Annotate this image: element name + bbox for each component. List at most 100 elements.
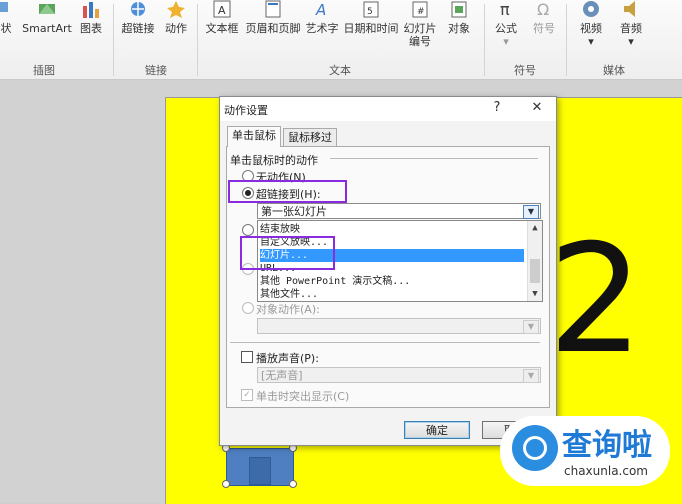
hyperlink-button[interactable]: 超链接 (120, 0, 156, 35)
slide-text-number[interactable]: 2 (548, 225, 643, 375)
textbox-button[interactable]: A 文本框 (204, 0, 240, 35)
list-item[interactable]: 其他 PowerPoint 演示文稿... (260, 275, 524, 288)
wordart-label: 艺术字 (305, 22, 339, 35)
date-time-icon: 5 (360, 0, 382, 18)
wordart-button[interactable]: A 艺术字 (304, 0, 340, 35)
group-separator (197, 4, 198, 76)
group-label-illustrations: 插图 (33, 64, 55, 77)
highlight-click-checkbox[interactable]: ✓ (241, 389, 253, 401)
tab-mouse-click[interactable]: 单击鼠标 (227, 126, 281, 147)
video-dropdown-icon: ▾ (588, 35, 594, 48)
audio-dropdown-icon: ▾ (628, 35, 634, 48)
video-button[interactable]: 视频 ▾ (574, 0, 608, 48)
action-button[interactable]: 动作 (162, 0, 190, 35)
group-separator (113, 4, 114, 76)
help-button[interactable]: ? (488, 100, 506, 115)
date-time-label: 日期和时间 (343, 22, 399, 35)
video-label: 视频 (580, 22, 602, 35)
chevron-down-icon: ▼ (523, 320, 539, 334)
shapes-label: 状 (0, 22, 12, 35)
slide-number-button[interactable]: # 幻灯片 编号 (402, 0, 438, 48)
video-icon (580, 0, 602, 18)
object-button[interactable]: 对象 (444, 0, 474, 35)
date-time-button[interactable]: 5 日期和时间 (342, 0, 400, 35)
play-sound-checkbox[interactable] (241, 351, 253, 363)
symbol-label: 符号 (533, 22, 555, 35)
equation-icon: π (495, 0, 517, 19)
svg-text:5: 5 (367, 7, 373, 17)
group-separator (484, 4, 485, 76)
sound-combo[interactable]: [无声音] ▼ (257, 367, 541, 383)
smartart-icon (36, 0, 58, 18)
action-icon (165, 0, 187, 18)
action-label: 动作 (165, 22, 187, 35)
dropdown-scrollbar[interactable]: ▲ ▼ (527, 221, 542, 301)
dialog-titlebar[interactable]: 动作设置 ? ✕ (220, 97, 556, 121)
object-label: 对象 (448, 22, 470, 35)
textbox-icon: A (211, 0, 233, 18)
symbol-button[interactable]: Ω 符号 (530, 0, 558, 35)
audio-icon (620, 0, 642, 18)
wordart-icon: A (311, 0, 333, 19)
smartart-button[interactable]: SmartArt (22, 0, 72, 35)
header-footer-button[interactable]: 页眉和页脚 (244, 0, 302, 35)
radio-object-action[interactable] (242, 302, 254, 314)
watermark-url: chaxunla.com (564, 464, 648, 478)
radio-object-action-label: 对象动作(A): (256, 303, 320, 316)
hyperlink-combo[interactable]: 第一张幻灯片 ▼ (257, 203, 541, 219)
object-action-combo[interactable]: ▼ (257, 318, 541, 334)
list-item[interactable]: 其他文件... (260, 288, 524, 301)
tab-mouse-over[interactable]: 鼠标移过 (283, 128, 337, 147)
search-logo-icon (512, 425, 558, 471)
close-icon[interactable]: ✕ (528, 100, 546, 115)
shape-detail (249, 457, 271, 485)
list-item[interactable]: 结束放映 (260, 223, 524, 236)
shapes-button[interactable]: 状 (0, 0, 16, 35)
chart-label: 图表 (80, 22, 102, 35)
smartart-label: SmartArt (22, 22, 72, 35)
hyperlink-label: 超链接 (121, 22, 155, 35)
annotation-highlight (228, 180, 347, 203)
selected-shape[interactable] (226, 448, 294, 486)
play-sound-label[interactable]: 播放声音(P): (256, 350, 319, 366)
resize-handle[interactable] (222, 480, 230, 488)
hyperlink-icon (127, 0, 149, 18)
radio-run-program[interactable] (242, 224, 254, 236)
sound-combo-value: [无声音] (261, 369, 303, 382)
section-label: 单击鼠标时的动作 (230, 154, 318, 167)
symbol-icon: Ω (533, 0, 555, 19)
group-label-text: 文本 (329, 64, 351, 77)
slide-number-label: 幻灯片 编号 (403, 22, 437, 48)
section-divider (330, 158, 538, 159)
divider (230, 342, 540, 343)
svg-text:π: π (500, 0, 510, 18)
header-footer-icon (262, 0, 284, 18)
svg-text:#: # (417, 7, 425, 17)
header-footer-label: 页眉和页脚 (245, 22, 301, 35)
chevron-down-icon[interactable]: ▼ (523, 205, 539, 219)
equation-button[interactable]: π 公式 ▾ (492, 0, 520, 48)
group-label-symbols: 符号 (514, 64, 536, 77)
audio-button[interactable]: 音频 ▾ (614, 0, 648, 48)
slide-number-icon: # (409, 0, 431, 18)
svg-text:Ω: Ω (537, 0, 549, 18)
resize-handle[interactable] (289, 480, 297, 488)
scroll-down-icon[interactable]: ▼ (528, 287, 542, 301)
shapes-icon (0, 0, 18, 18)
watermark-logo: 查询啦 chaxunla.com (500, 416, 670, 486)
svg-text:A: A (218, 4, 226, 17)
watermark-text: 查询啦 (562, 428, 652, 463)
chart-button[interactable]: 图表 (78, 0, 104, 35)
group-label-media: 媒体 (603, 64, 625, 77)
dialog-title: 动作设置 (224, 104, 268, 117)
equation-label: 公式 (495, 22, 517, 35)
chevron-down-icon: ▼ (523, 369, 539, 383)
highlight-click-label: 单击时突出显示(C) (256, 390, 350, 403)
annotation-highlight (240, 236, 335, 270)
scroll-up-icon[interactable]: ▲ (528, 221, 542, 235)
ok-button[interactable]: 确定 (404, 421, 470, 439)
hyperlink-combo-value: 第一张幻灯片 (261, 205, 327, 218)
scroll-thumb[interactable] (530, 259, 540, 283)
audio-label: 音频 (620, 22, 642, 35)
textbox-label: 文本框 (205, 22, 239, 35)
